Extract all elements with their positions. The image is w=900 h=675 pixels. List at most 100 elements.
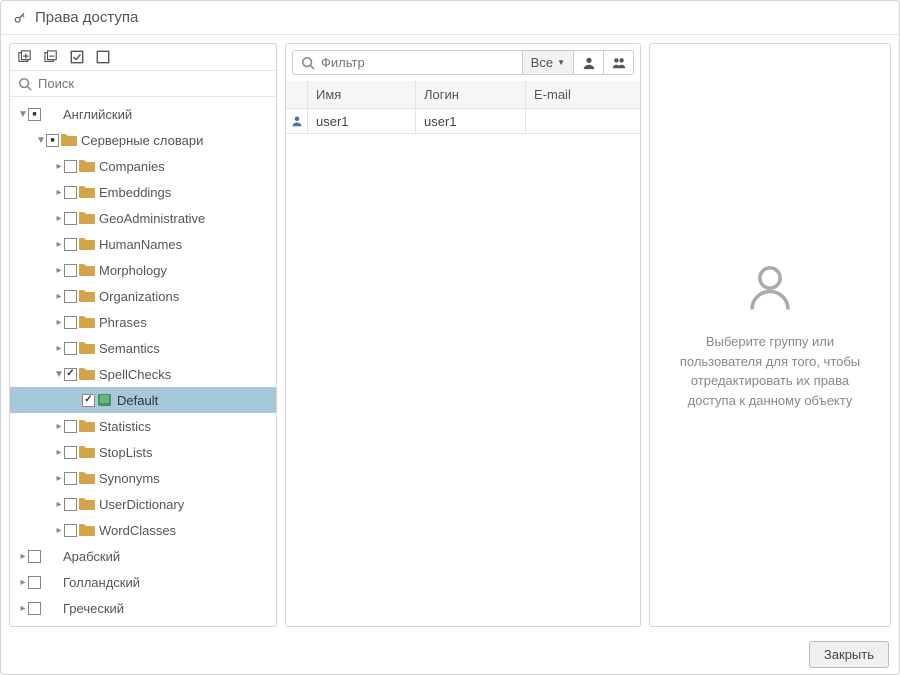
expand-arrow[interactable]: ▸ (54, 213, 64, 224)
expand-arrow[interactable]: ▸ (54, 161, 64, 172)
tree-checkbox[interactable] (64, 472, 77, 485)
filter-dropdown[interactable]: Все ▼ (522, 50, 574, 75)
search-icon (301, 56, 315, 70)
tree-checkbox[interactable] (28, 602, 41, 615)
tree-label: Арабский (63, 549, 120, 564)
expand-arrow[interactable]: ▼ (36, 135, 46, 146)
tree-node-organizations[interactable]: ▸Organizations (10, 283, 276, 309)
expand-arrow[interactable]: ▼ (54, 369, 64, 380)
filter-user-button[interactable] (574, 50, 604, 75)
col-login[interactable]: Логин (416, 81, 526, 108)
col-email[interactable]: E-mail (526, 81, 640, 108)
tree-node-arabic[interactable]: ▸ Арабский (10, 543, 276, 569)
expand-arrow[interactable]: ▸ (18, 551, 28, 562)
folder-icon (79, 367, 95, 381)
tree-checkbox[interactable] (64, 186, 77, 199)
expand-arrow[interactable]: ▸ (54, 447, 64, 458)
tree-node-greek[interactable]: ▸ Греческий (10, 595, 276, 621)
tree-checkbox[interactable] (64, 524, 77, 537)
tree-node-semantics[interactable]: ▸Semantics (10, 335, 276, 361)
tree-node-statistics[interactable]: ▸ Statistics (10, 413, 276, 439)
row-name: user1 (308, 109, 416, 133)
folder-icon (79, 289, 95, 303)
expand-arrow[interactable]: ▸ (18, 603, 28, 614)
tree[interactable]: ▼Английский▼Серверные словари▸Companies▸… (10, 97, 276, 626)
tree-node-userdict[interactable]: ▸UserDictionary (10, 491, 276, 517)
tree-label: HumanNames (99, 237, 182, 252)
tree-checkbox[interactable] (28, 550, 41, 563)
expand-all-icon[interactable] (18, 50, 32, 64)
folder-icon (61, 133, 77, 147)
user-icon (582, 56, 596, 70)
tree-node-phrases[interactable]: ▸ Phrases (10, 309, 276, 335)
tree-node-embeddings[interactable]: ▸ Embeddings (10, 179, 276, 205)
expand-arrow[interactable]: ▸ (54, 473, 64, 484)
tree-checkbox[interactable] (64, 446, 77, 459)
tree-node-default[interactable]: ▸Default (10, 387, 276, 413)
tree-node-companies[interactable]: ▸ Companies (10, 153, 276, 179)
tree-label: Греческий (63, 601, 124, 616)
tree-label: Phrases (99, 315, 147, 330)
tree-node-wordclasses[interactable]: ▸WordClasses (10, 517, 276, 543)
expand-arrow[interactable]: ▸ (18, 577, 28, 588)
tree-label: GeoAdministrative (99, 211, 205, 226)
tree-panel: ▼Английский▼Серверные словари▸Companies▸… (9, 43, 277, 627)
tree-search[interactable] (10, 70, 276, 97)
tree-checkbox[interactable] (64, 238, 77, 251)
folder-icon (79, 185, 95, 199)
col-name[interactable]: Имя (308, 81, 416, 108)
tree-checkbox[interactable] (64, 420, 77, 433)
expand-arrow[interactable]: ▸ (54, 499, 64, 510)
expand-arrow[interactable]: ▸ (54, 317, 64, 328)
folder-icon (79, 237, 95, 251)
tree-label: Statistics (99, 419, 151, 434)
tree-node-synonyms[interactable]: ▸Synonyms (10, 465, 276, 491)
expand-arrow[interactable]: ▸ (54, 343, 64, 354)
folder-icon (79, 159, 95, 173)
filter-group-button[interactable] (604, 50, 634, 75)
tree-node-spellchecks[interactable]: ▼SpellChecks (10, 361, 276, 387)
tree-node-geoadmin[interactable]: ▸ GeoAdministrative (10, 205, 276, 231)
row-login: user1 (416, 109, 526, 133)
group-icon (612, 56, 626, 70)
grid-body: user1user1 (286, 109, 640, 134)
filter-input[interactable] (321, 55, 514, 70)
tree-checkbox[interactable] (28, 576, 41, 589)
tree-node-stoplists[interactable]: ▸StopLists (10, 439, 276, 465)
tree-node-dutch[interactable]: ▸Голландский (10, 569, 276, 595)
tree-label: Companies (99, 159, 165, 174)
expand-arrow[interactable]: ▼ (18, 109, 28, 120)
expand-arrow[interactable]: ▸ (54, 187, 64, 198)
expand-arrow[interactable]: ▸ (54, 525, 64, 536)
tree-search-input[interactable] (38, 76, 268, 91)
expand-arrow[interactable]: ▸ (54, 239, 64, 250)
close-button[interactable]: Закрыть (809, 641, 889, 668)
tree-checkbox[interactable] (64, 290, 77, 303)
tree-checkbox[interactable] (64, 342, 77, 355)
tree-checkbox[interactable] (46, 134, 59, 147)
check-all-icon[interactable] (70, 50, 84, 64)
tree-checkbox[interactable] (64, 160, 77, 173)
detail-placeholder-text: Выберите группу или пользователя для тог… (670, 332, 870, 410)
tree-checkbox[interactable] (82, 394, 95, 407)
tree-node-english[interactable]: ▼Английский (10, 101, 276, 127)
tree-label: Embeddings (99, 185, 171, 200)
tree-node-morphology[interactable]: ▸Morphology (10, 257, 276, 283)
expand-arrow[interactable]: ▸ (54, 421, 64, 432)
uncheck-all-icon[interactable] (96, 50, 110, 64)
tree-node-humannames[interactable]: ▸ HumanNames (10, 231, 276, 257)
folder-icon (79, 471, 95, 485)
tree-checkbox[interactable] (28, 108, 41, 121)
tree-node-server-dicts[interactable]: ▼Серверные словари (10, 127, 276, 153)
tree-checkbox[interactable] (64, 498, 77, 511)
filter-box[interactable] (292, 50, 522, 75)
tree-checkbox[interactable] (64, 368, 77, 381)
tree-checkbox[interactable] (64, 212, 77, 225)
table-row[interactable]: user1user1 (286, 109, 640, 134)
tree-checkbox[interactable] (64, 316, 77, 329)
expand-arrow[interactable]: ▸ (54, 291, 64, 302)
folder-icon (79, 211, 95, 225)
expand-arrow[interactable]: ▸ (54, 265, 64, 276)
tree-checkbox[interactable] (64, 264, 77, 277)
collapse-all-icon[interactable] (44, 50, 58, 64)
